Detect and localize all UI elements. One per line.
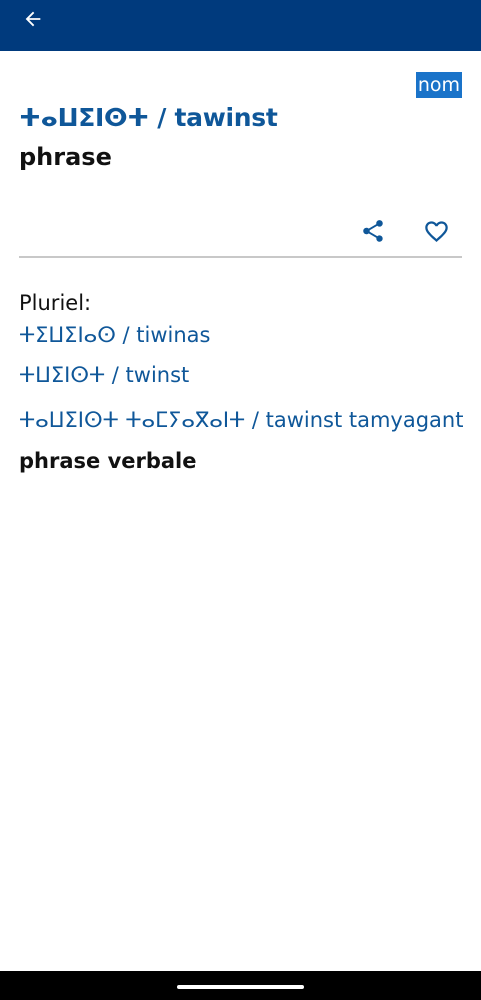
back-button[interactable] [20, 6, 46, 32]
divider [19, 256, 462, 258]
home-gesture-pill[interactable] [177, 985, 304, 989]
plural-label: Pluriel: [19, 291, 92, 315]
entry-content: nom ⵜⴰⵡⵉⵏⵙⵜ / tawinst phrase Pluriel: ⵜⵉ… [0, 51, 481, 971]
favorite-button[interactable] [422, 217, 450, 245]
plural-item[interactable]: ⵜⵉⵡⵉⵏⴰⵙ / tiwinas [19, 323, 210, 347]
app-bar [0, 0, 481, 51]
gloss: phrase [19, 143, 112, 171]
headword: ⵜⴰⵡⵉⵏⵙⵜ / tawinst [19, 103, 278, 132]
plural-item[interactable]: ⵜⵡⵉⵏⵙⵜ / twinst [19, 363, 189, 387]
related-term-link[interactable]: ⵜⴰⵡⵉⵏⵙⵜ ⵜⴰⵎⵢⴰⴳⴰⵏⵜ / tawinst tamyagant [19, 408, 463, 432]
share-icon [363, 220, 383, 242]
share-button[interactable] [359, 217, 387, 245]
system-navigation-bar [0, 971, 481, 1000]
related-term-gloss: phrase verbale [19, 449, 197, 473]
part-of-speech-badge: nom [415, 72, 462, 98]
heart-outline-icon [424, 220, 448, 242]
arrow-left-icon [25, 11, 41, 27]
